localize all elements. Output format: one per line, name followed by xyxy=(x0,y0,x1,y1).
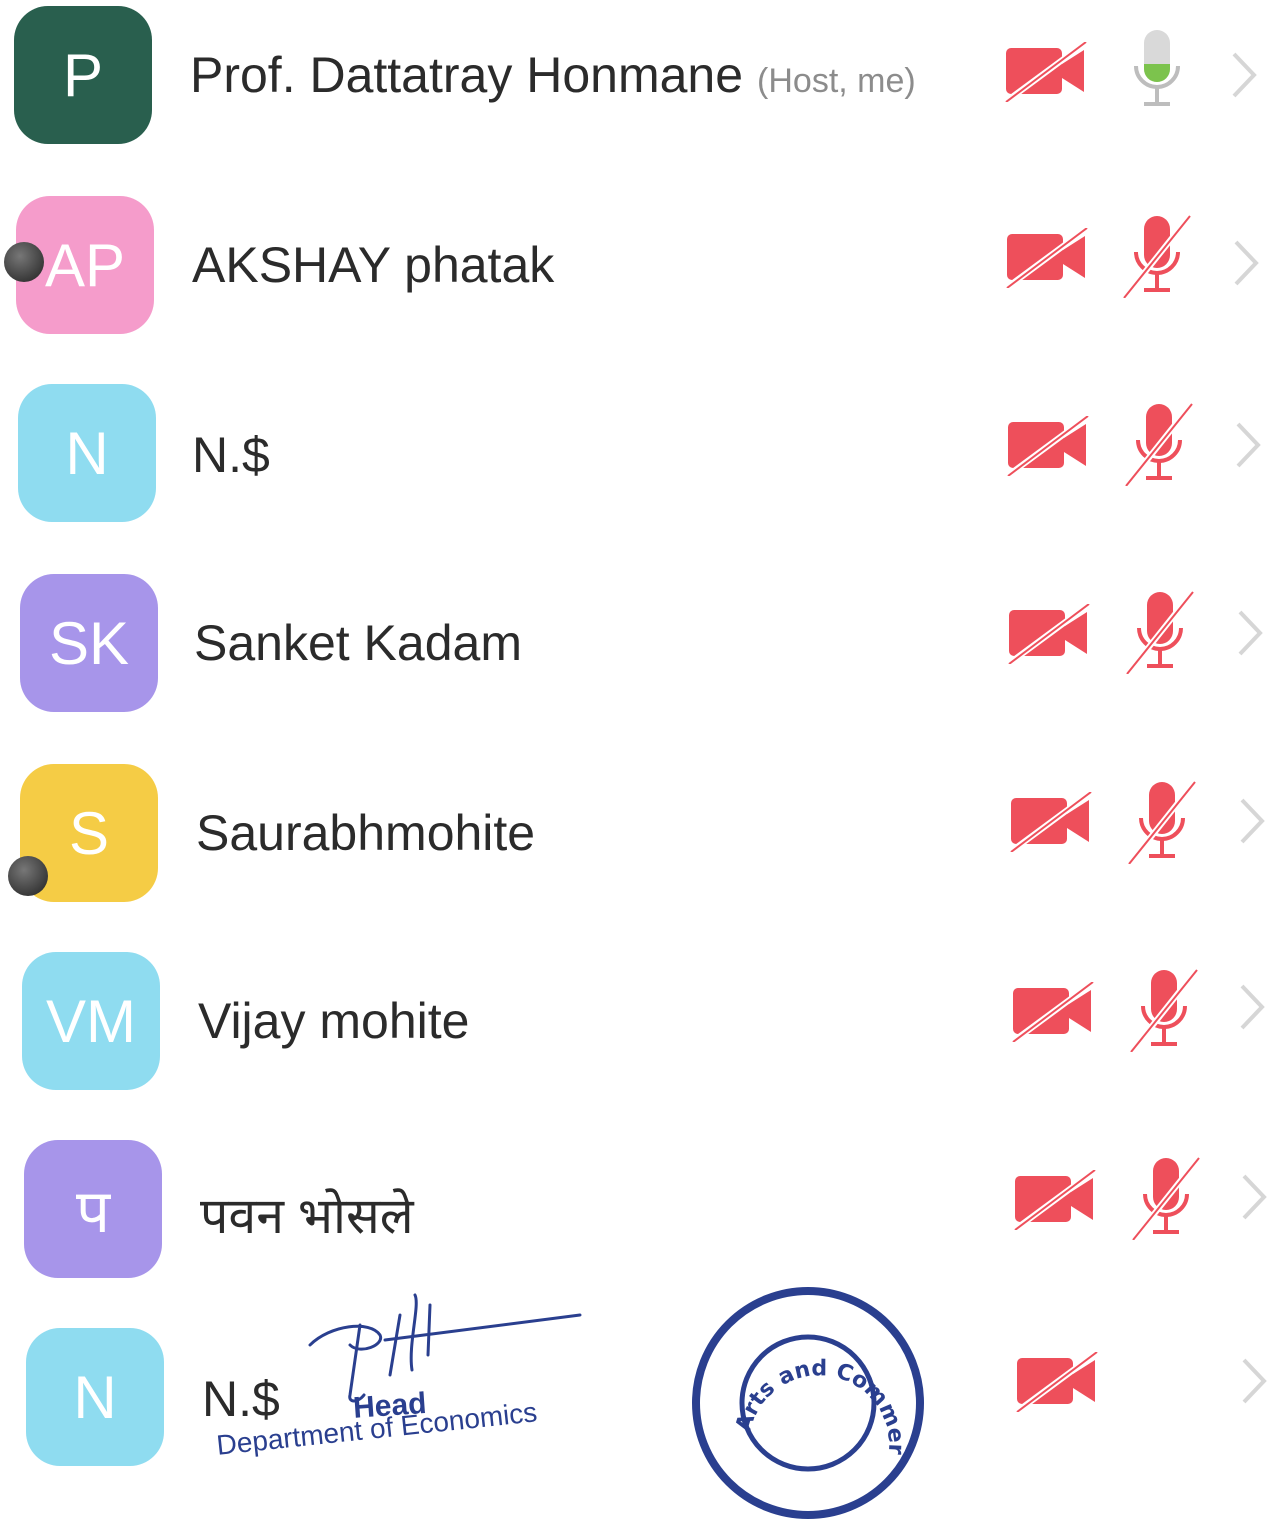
participant-name-text: Sanket Kadam xyxy=(194,615,522,671)
chevron-right-icon[interactable] xyxy=(1238,1356,1268,1406)
hole-punch xyxy=(8,856,48,896)
video-off-icon[interactable] xyxy=(1005,228,1089,288)
avatar: प xyxy=(24,1140,162,1278)
participant-row[interactable]: AP AKSHAY phatak xyxy=(0,188,1269,376)
avatar-initials: N xyxy=(65,419,109,487)
microphone-muted-icon[interactable] xyxy=(1131,1156,1201,1240)
chevron-right-icon[interactable] xyxy=(1232,420,1262,470)
video-off-icon[interactable] xyxy=(1011,982,1095,1042)
participant-name-text: AKSHAY phatak xyxy=(192,237,555,293)
video-off-icon[interactable] xyxy=(1013,1170,1097,1230)
microphone-muted-icon[interactable] xyxy=(1122,214,1192,298)
chevron-right-icon[interactable] xyxy=(1236,982,1266,1032)
college-seal: Arts and Commerce College, Kadegaon xyxy=(688,1283,924,1519)
participant-row[interactable]: N N.$ xyxy=(0,1316,1269,1504)
participants-list: P Prof. Dattatray Honmane (Host, me) AP xyxy=(0,0,1269,1466)
video-off-icon[interactable] xyxy=(1015,1352,1099,1412)
avatar-initials: S xyxy=(68,799,110,867)
hole-punch xyxy=(4,242,44,282)
avatar: VM xyxy=(22,952,160,1090)
participant-name: Vijay mohite xyxy=(198,992,469,1050)
participant-name: AKSHAY phatak xyxy=(192,236,554,294)
avatar-initials: प xyxy=(75,1178,111,1245)
participant-name: Saurabhmohite xyxy=(196,804,535,862)
avatar-initials: N xyxy=(73,1363,117,1431)
participant-name-text: N.$ xyxy=(192,427,270,483)
participant-name: Sanket Kadam xyxy=(194,614,522,672)
video-off-icon[interactable] xyxy=(1007,604,1091,664)
participant-name-text: पवन भोसले xyxy=(200,1188,414,1244)
video-off-icon[interactable] xyxy=(1004,42,1088,102)
chevron-right-icon[interactable] xyxy=(1234,608,1264,658)
microphone-muted-icon[interactable] xyxy=(1129,968,1199,1052)
avatar-initials: P xyxy=(62,41,104,109)
avatar-initials: AP xyxy=(44,231,126,299)
participant-name-text: N.$ xyxy=(202,1371,280,1427)
participant-name-text: Saurabhmohite xyxy=(196,805,536,861)
participant-row[interactable]: P Prof. Dattatray Honmane (Host, me) xyxy=(0,0,1269,188)
host-tag: (Host, me) xyxy=(757,62,916,100)
avatar: N xyxy=(26,1328,164,1466)
participant-name: Prof. Dattatray Honmane (Host, me) xyxy=(190,46,916,104)
chevron-right-icon[interactable] xyxy=(1228,50,1258,100)
avatar-initials: SK xyxy=(48,609,130,677)
avatar-initials: VM xyxy=(46,987,136,1055)
participant-name: पवन भोसले xyxy=(200,1180,414,1248)
participant-name: N.$ xyxy=(192,426,270,484)
participant-row[interactable]: प पवन भोसले xyxy=(0,1128,1269,1316)
chevron-right-icon[interactable] xyxy=(1230,238,1260,288)
participant-name: N.$ xyxy=(202,1370,280,1428)
chevron-right-icon[interactable] xyxy=(1238,1172,1268,1222)
microphone-muted-icon[interactable] xyxy=(1127,780,1197,864)
participant-row[interactable]: S Saurabhmohite xyxy=(0,752,1269,940)
participant-name-text: Prof. Dattatray Honmane xyxy=(190,47,744,103)
microphone-muted-icon[interactable] xyxy=(1124,402,1194,486)
microphone-muted-icon[interactable] xyxy=(1125,590,1195,674)
microphone-icon[interactable] xyxy=(1122,28,1192,112)
chevron-right-icon[interactable] xyxy=(1236,796,1266,846)
participant-name-text: Vijay mohite xyxy=(198,993,470,1049)
avatar: N xyxy=(18,384,156,522)
participant-row[interactable]: N N.$ xyxy=(0,376,1269,564)
video-off-icon[interactable] xyxy=(1009,792,1093,852)
participant-row[interactable]: SK Sanket Kadam xyxy=(0,564,1269,752)
participant-row[interactable]: VM Vijay mohite xyxy=(0,940,1269,1128)
video-off-icon[interactable] xyxy=(1006,416,1090,476)
avatar: P xyxy=(14,6,152,144)
avatar: SK xyxy=(20,574,158,712)
